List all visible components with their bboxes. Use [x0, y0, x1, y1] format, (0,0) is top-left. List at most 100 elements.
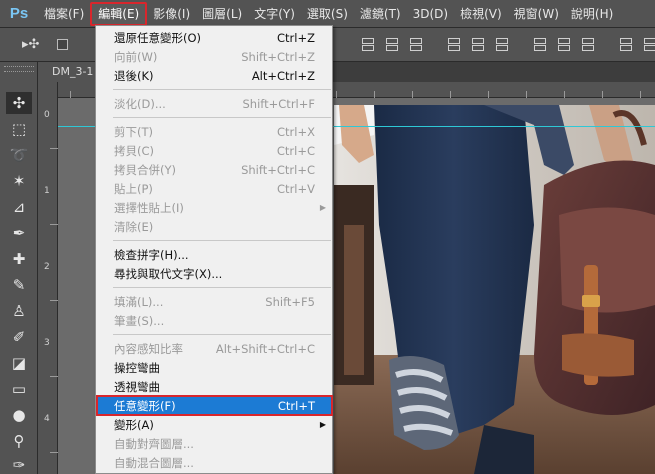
auto-select-checkbox[interactable]	[57, 39, 69, 50]
menu-separator	[113, 117, 331, 118]
edit-menu-item[interactable]: 還原任意變形(O) Ctrl+Z	[97, 28, 332, 47]
submenu-arrow-icon: ▶	[319, 203, 326, 212]
magic-wand-tool-icon[interactable]: ✶	[6, 170, 32, 192]
eraser-tool-icon[interactable]: ◪	[6, 352, 32, 374]
submenu-arrow-icon: ▶	[319, 420, 326, 429]
menu-image[interactable]: 影像(I)	[147, 3, 196, 25]
ruler-tick	[412, 91, 413, 98]
ruler-tick	[526, 91, 527, 98]
align-distribute-icon[interactable]	[408, 35, 422, 53]
menu-separator	[113, 287, 331, 288]
document-tab[interactable]: DM_3-1	[38, 62, 96, 82]
photoshop-window: Ps 檔案(F) 編輯(E) 影像(I) 圖層(L) 文字(Y) 選取(S) 濾…	[0, 0, 655, 474]
tools-panel: ✣ ⬚ ➰ ✶ ⊿ ✒ ✚ ✎ ♙ ✐ ◪ ▭ ● ⚲ ✑	[0, 62, 38, 474]
menu-select[interactable]: 選取(S)	[301, 3, 354, 25]
menu-item-label: 任意變形(F)	[114, 398, 176, 413]
ruler-number: 2	[44, 262, 50, 272]
move-tool-preset-icon[interactable]: ▸✣	[22, 37, 39, 52]
ruler-tick	[488, 91, 489, 98]
menu-item-shortcut: Ctrl+T	[277, 398, 315, 413]
align-distribute-icon[interactable]	[532, 35, 546, 53]
edit-menu-item[interactable]: 檢查拼字(H)...	[97, 245, 332, 264]
ruler-tick	[50, 376, 58, 377]
align-distribute-icon[interactable]	[556, 35, 570, 53]
crop-tool-icon[interactable]: ⊿	[6, 196, 32, 218]
menu-item-shortcut: Shift+Ctrl+Z	[241, 49, 315, 64]
align-distribute-icon[interactable]	[360, 35, 374, 53]
photo-image	[334, 105, 655, 474]
align-distribute-icon[interactable]	[618, 35, 632, 53]
ruler-tick	[50, 148, 58, 149]
menu-separator	[113, 89, 331, 90]
blur-tool-icon[interactable]: ●	[6, 404, 32, 426]
gradient-tool-icon[interactable]: ▭	[6, 378, 32, 400]
align-distribute-icon[interactable]	[384, 35, 398, 53]
menu-3d[interactable]: 3D(D)	[407, 3, 454, 25]
menu-file[interactable]: 檔案(F)	[38, 3, 90, 25]
pen-tool-icon[interactable]: ✑	[6, 454, 32, 474]
ruler-tick	[564, 91, 565, 98]
menu-item-shortcut: Ctrl+V	[277, 181, 315, 196]
healing-brush-tool-icon[interactable]: ✚	[6, 248, 32, 270]
history-brush-tool-icon[interactable]: ✐	[6, 326, 32, 348]
eyedropper-tool-icon[interactable]: ✒	[6, 222, 32, 244]
menu-item-label: 拷貝合併(Y)	[114, 162, 176, 177]
menu-item-shortcut: Shift+F5	[265, 294, 315, 309]
marquee-tool-icon[interactable]: ⬚	[6, 118, 32, 140]
menu-item-shortcut: Ctrl+Z	[277, 30, 315, 45]
align-buttons-group	[360, 35, 655, 53]
menu-item-label: 操控彎曲	[114, 360, 160, 375]
align-distribute-icon[interactable]	[580, 35, 594, 53]
ruler-tick	[50, 300, 58, 301]
edit-menu-item[interactable]: 任意變形(F) Ctrl+T	[96, 395, 333, 416]
menu-edit[interactable]: 編輯(E)	[90, 1, 148, 26]
menu-item-shortcut: Alt+Shift+Ctrl+C	[215, 341, 315, 356]
menu-item-shortcut: Ctrl+C	[276, 143, 315, 158]
menu-item-label: 自動對齊圖層...	[114, 436, 194, 451]
align-distribute-icon[interactable]	[642, 35, 655, 53]
edit-menu-item: 拷貝合併(Y) Shift+Ctrl+C	[97, 160, 332, 179]
menu-window[interactable]: 視窗(W)	[508, 3, 565, 25]
edit-menu-item[interactable]: 尋找與取代文字(X)...	[97, 264, 332, 283]
menu-item-label: 自動混合圖層...	[114, 455, 194, 470]
edit-menu-item: 剪下(T) Ctrl+X	[97, 122, 332, 141]
menu-view[interactable]: 檢視(V)	[454, 3, 508, 25]
menu-filter[interactable]: 濾鏡(T)	[354, 3, 407, 25]
menu-item-label: 貼上(P)	[114, 181, 153, 196]
ruler-number: 3	[44, 338, 50, 348]
edit-menu-item[interactable]: 操控彎曲	[97, 358, 332, 377]
align-distribute-icon[interactable]	[494, 35, 508, 53]
menu-item-shortcut: Shift+Ctrl+C	[241, 162, 315, 177]
lasso-tool-icon[interactable]: ➰	[6, 144, 32, 166]
edit-menu-item[interactable]: 退後(K) Alt+Ctrl+Z	[97, 66, 332, 85]
menu-item-label: 選擇性貼上(I)	[114, 200, 184, 215]
menu-type[interactable]: 文字(Y)	[248, 3, 301, 25]
ruler-tick	[70, 91, 71, 98]
edit-menu-item: 淡化(D)... Shift+Ctrl+F	[97, 94, 332, 113]
edit-menu-item: 自動混合圖層...	[97, 453, 332, 472]
menu-item-label: 淡化(D)...	[114, 96, 166, 111]
edit-menu-item: 貼上(P) Ctrl+V	[97, 179, 332, 198]
menu-item-label: 內容感知比率	[114, 341, 183, 356]
edit-menu-item: 選擇性貼上(I) ▶	[97, 198, 332, 217]
edit-menu-item: 筆畫(S)...	[97, 311, 332, 330]
brush-tool-icon[interactable]: ✎	[6, 274, 32, 296]
menu-help[interactable]: 說明(H)	[565, 3, 619, 25]
move-tool-icon[interactable]: ✣	[6, 92, 32, 114]
ruler-tick	[640, 91, 641, 98]
panel-grip[interactable]	[4, 66, 34, 72]
edit-menu-item: 向前(W) Shift+Ctrl+Z	[97, 47, 332, 66]
menu-bar: Ps 檔案(F) 編輯(E) 影像(I) 圖層(L) 文字(Y) 選取(S) 濾…	[0, 0, 655, 28]
clone-stamp-tool-icon[interactable]: ♙	[6, 300, 32, 322]
menu-layer[interactable]: 圖層(L)	[196, 3, 248, 25]
dodge-tool-icon[interactable]: ⚲	[6, 430, 32, 452]
edit-menu-item[interactable]: 變形(A) ▶	[97, 415, 332, 434]
menu-item-label: 填滿(L)...	[114, 294, 164, 309]
align-distribute-icon[interactable]	[446, 35, 460, 53]
edit-menu-dropdown: 還原任意變形(O) Ctrl+Z 向前(W) Shift+Ctrl+Z 退後(K) Alt…	[95, 25, 333, 474]
photoshop-logo: Ps	[9, 5, 29, 22]
align-distribute-icon[interactable]	[470, 35, 484, 53]
ruler-vertical[interactable]: 0 1 2 3 4 5	[38, 82, 58, 474]
edit-menu-item[interactable]: 透視彎曲	[97, 377, 332, 396]
ruler-tick	[336, 91, 337, 98]
